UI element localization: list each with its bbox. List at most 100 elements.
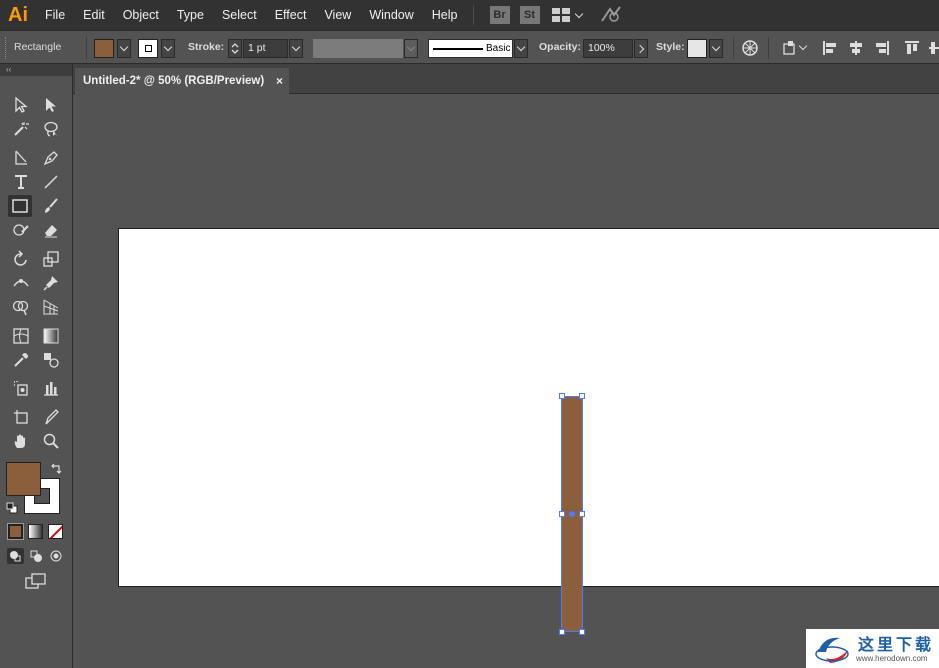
hand-tool[interactable] [9,430,33,452]
menu-file[interactable]: File [36,0,74,30]
align-left-icon[interactable] [822,40,838,56]
direct-selection-tool[interactable] [39,94,63,116]
shape-builder-tool[interactable] [9,296,33,318]
handle-top-left[interactable] [559,393,565,399]
eraser-icon [45,225,57,238]
chevron-down-icon[interactable] [798,41,808,51]
draw-inside-icon[interactable] [48,548,65,564]
column-graph-tool[interactable] [39,377,63,399]
menu-edit[interactable]: Edit [74,0,114,30]
slice-tool[interactable] [39,406,63,428]
slice-knife-icon [45,409,59,425]
color-mode-button[interactable] [7,523,24,540]
chevron-right-icon [635,44,645,53]
stroke-dropdown-button[interactable] [161,39,175,58]
handle-bottom-right[interactable] [579,629,585,635]
eyedropper-tool[interactable] [9,349,33,371]
screen-mode-icon[interactable] [24,572,48,590]
align-vertical-center-icon[interactable] [928,40,939,56]
gradient-mode-button[interactable] [28,524,43,539]
eraser-tool[interactable] [39,219,63,241]
artboard-tool[interactable] [9,406,33,428]
gpu-performance-icon[interactable] [600,5,622,26]
fill-dropdown-button[interactable] [117,39,131,58]
zoom-tool[interactable] [39,430,63,452]
align-to-icon[interactable] [782,40,798,56]
variable-width-dropdown[interactable] [404,39,418,58]
artboard[interactable] [118,228,939,587]
close-tab-icon[interactable]: × [276,74,283,88]
divider [733,37,734,59]
fill-swatch[interactable] [94,39,114,58]
line-segment-tool[interactable] [39,171,63,193]
handle-middle-left[interactable] [559,511,565,517]
menu-effect[interactable]: Effect [266,0,316,30]
align-horizontal-center-icon[interactable] [848,40,864,56]
bridge-button[interactable]: Br [489,6,510,24]
chevron-down-icon [711,42,721,52]
opacity-expand-button[interactable] [634,39,648,58]
draw-normal-button[interactable] [7,548,24,564]
handle-top-right[interactable] [579,393,585,399]
workspace-switcher[interactable] [551,8,583,22]
stock-button[interactable]: St [519,6,540,24]
width-tool[interactable] [9,272,33,294]
variable-width-profile[interactable] [313,39,403,58]
lasso-tool[interactable] [39,118,63,140]
stroke-weight-dropdown[interactable] [289,39,303,58]
brush-dropdown[interactable] [514,39,528,58]
rotate-tool[interactable] [9,248,33,270]
shaper-tool[interactable] [9,219,33,241]
scale-tool[interactable] [39,248,63,270]
opacity-label[interactable]: Opacity: [539,41,581,53]
swap-fill-stroke-icon[interactable] [50,463,62,475]
tool-name-label: Rectangle [14,41,62,53]
puppet-warp-tool[interactable] [39,272,63,294]
menu-object[interactable]: Object [114,0,168,30]
type-t-icon [15,175,27,189]
align-top-icon[interactable] [904,40,920,56]
mesh-icon [13,328,29,344]
stroke-swatch[interactable] [138,39,158,58]
handle-bottom-left[interactable] [559,629,565,635]
control-bar-grip[interactable] [5,37,8,59]
chevron-down-icon [406,42,416,52]
opacity-field[interactable]: 100% [583,39,633,58]
rectangle-tool[interactable] [8,195,32,217]
document-tab[interactable]: Untitled-2* @ 50% (RGB/Preview) × [75,68,289,94]
perspective-grid-tool[interactable] [39,296,63,318]
style-label: Style: [656,41,685,53]
menu-select[interactable]: Select [213,0,266,30]
stroke-weight-field[interactable]: 1 pt [243,39,288,58]
menu-type[interactable]: Type [168,0,213,30]
gradient-tool[interactable] [39,325,63,347]
default-fill-stroke-icon[interactable] [6,502,18,514]
recolor-artwork-icon[interactable] [742,40,758,56]
magic-wand-tool[interactable] [9,118,33,140]
menu-window[interactable]: Window [360,0,422,30]
canvas-area[interactable] [73,94,939,668]
symbol-sprayer-tool[interactable] [9,377,33,399]
symbol-sprayer-icon [14,381,28,396]
paintbrush-tool[interactable] [39,195,63,217]
graphic-style-dropdown[interactable] [709,39,723,58]
curvature-tool[interactable] [9,147,33,169]
handle-middle-right[interactable] [579,511,585,517]
pen-tool[interactable] [39,147,63,169]
type-tool[interactable] [9,171,33,193]
graphic-style-swatch[interactable] [687,39,707,58]
align-right-icon[interactable] [874,40,890,56]
stroke-weight-stepper[interactable] [228,39,242,58]
none-mode-button[interactable] [48,524,63,539]
menu-help[interactable]: Help [423,0,467,30]
brush-definition-field[interactable]: Basic [428,39,513,58]
selection-tool[interactable] [9,94,33,116]
menu-view[interactable]: View [315,0,360,30]
draw-behind-icon[interactable] [28,548,45,564]
tools-panel-collapse[interactable]: ‹‹ [0,64,72,76]
fill-color-box[interactable] [6,462,41,496]
blend-tool[interactable] [39,349,63,371]
mesh-tool[interactable] [9,325,33,347]
watermark-url: www.herodown.com [856,654,928,663]
selection-arrow-icon [15,96,28,113]
